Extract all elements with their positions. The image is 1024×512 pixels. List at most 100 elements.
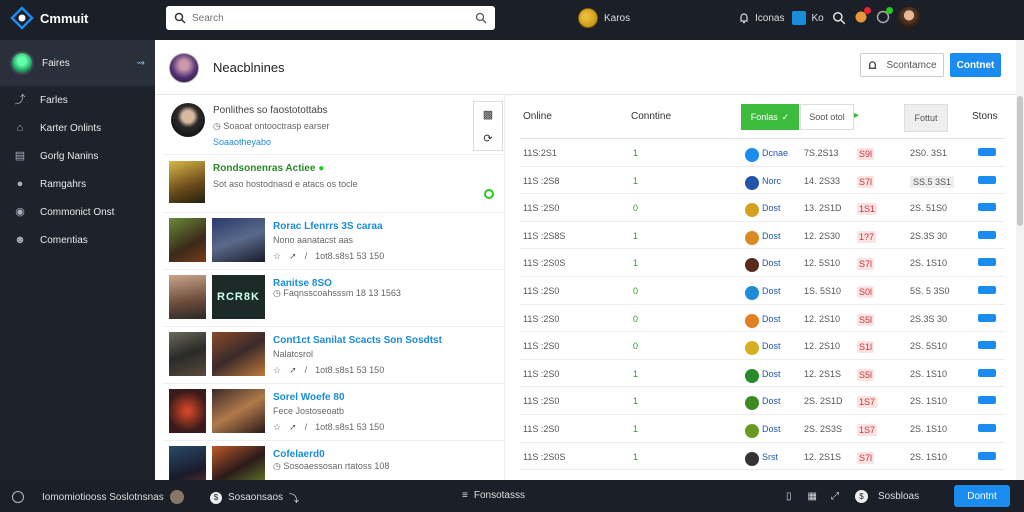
resize-icon[interactable]: ⤢	[831, 491, 839, 502]
apps-button[interactable]: Ko	[792, 11, 824, 25]
phone-icon[interactable]: ▯	[786, 491, 792, 502]
feed-post[interactable]: Ponlithes so faostotottabs ◷ Soaoat onto…	[163, 95, 504, 155]
row-action-pill[interactable]	[978, 423, 996, 432]
row-action-pill[interactable]	[978, 396, 996, 405]
cell-value-2: 2S0. 3S1	[910, 148, 948, 158]
media-stat-text: 1ot8.s8s1 53 150	[315, 422, 385, 432]
cell-game[interactable]: Srst	[762, 452, 778, 462]
messages-button[interactable]	[854, 6, 871, 27]
row-action-pill[interactable]	[978, 313, 996, 322]
table-row[interactable]: 11S :2S0 1 Dost 2S. 2S1D 1S7 2S. 1S10	[520, 387, 1005, 415]
share-arrow-icon[interactable]: ➚	[289, 422, 297, 433]
bottom-mid-group[interactable]: $ Sosaonsaos ⤵	[210, 490, 299, 505]
profile-avatar[interactable]	[897, 7, 920, 29]
row-action-pill[interactable]	[978, 341, 996, 350]
bottom-action-button[interactable]: Dontnt	[954, 485, 1010, 507]
media-post[interactable]: Cont1ct Sanilat Scacts Son Sosdtst Nalat…	[163, 327, 504, 384]
row-action-pill[interactable]	[978, 451, 996, 460]
star-icon[interactable]: ☆	[273, 251, 281, 262]
window-icon[interactable]: ▦	[808, 491, 817, 502]
media-post[interactable]: RCR8K Ranitse 8SO ◷ Faqnsscoahsssm 18 13…	[163, 270, 504, 327]
page-avatar[interactable]	[169, 53, 199, 83]
notifications-button[interactable]: Iconas	[738, 12, 784, 24]
cell-value-2: 2S.3S 30	[910, 313, 948, 324]
column-header-stons[interactable]: Stons	[972, 111, 998, 122]
cell-value-2: 2S. 5S10	[910, 341, 948, 352]
tab-filter[interactable]: Fottut	[904, 104, 948, 132]
primary-button[interactable]: Contnet	[950, 53, 1001, 77]
table-row[interactable]: 11S :2S0S 1 Dost 12. 5S10 S7l 2S. 1S10	[520, 249, 1005, 277]
cell-game[interactable]: Dost	[762, 203, 781, 213]
table-row[interactable]: 11S :2S0 0 Dost 13. 2S1D 1S1 2S. 51S0	[520, 194, 1005, 222]
status-button[interactable]	[876, 6, 893, 27]
search-input[interactable]	[192, 12, 469, 24]
coin-balance[interactable]: Karos	[578, 8, 630, 28]
app-logo[interactable]: Cmmuit	[10, 6, 88, 30]
row-action-pill[interactable]	[978, 368, 996, 377]
square-app-icon	[792, 11, 807, 25]
table-row[interactable]: 11S :2S0 0 Dost 1S. 5S10 S0l 5S. 5 3S0	[520, 277, 1005, 305]
bottom-center-group[interactable]: ≡ Fonsotasss	[462, 490, 525, 501]
chevron-icon[interactable]: ⇝	[137, 58, 145, 69]
media-post[interactable]: Cofelaerd0 ◷ Sosoaessosan rtatoss 108	[163, 441, 504, 480]
cell-game[interactable]: Dost	[762, 396, 781, 406]
sidebar-item-karter[interactable]: ⌂ Karter Onlints	[0, 114, 155, 142]
cell-game[interactable]: Dost	[762, 341, 781, 351]
outline-button[interactable]: Scontamce	[860, 53, 944, 77]
row-action-pill[interactable]	[978, 175, 996, 184]
table-row[interactable]: 11S :2S0 1 Dost 2S. 2S3S 1S7 2S. 1S10	[520, 415, 1005, 443]
find-icon[interactable]	[832, 11, 846, 25]
cell-game[interactable]: Dost	[762, 286, 781, 296]
scrollbar-thumb[interactable]	[1017, 96, 1023, 226]
media-post[interactable]: Sorel Woefe 80 Fece Jostoseoatb ☆ ➚ / 1ot8.…	[163, 384, 504, 441]
star-icon[interactable]: ☆	[273, 422, 281, 433]
cell-game[interactable]: Dost	[762, 314, 781, 324]
table-row[interactable]: 11S :2S0 0 Dost 12. 2S10 S1l 2S. 5S10	[520, 332, 1005, 360]
column-header-conntine[interactable]: Conntine	[631, 111, 671, 122]
cell-game[interactable]: Dost	[762, 231, 781, 241]
cell-game[interactable]: Dost	[762, 424, 781, 434]
cell-game[interactable]: Norc	[762, 176, 781, 186]
bottom-left-group[interactable]: Iomomiotiooss Soslotnsnas	[12, 490, 184, 504]
column-header-online[interactable]: Online	[523, 111, 552, 122]
cell-game[interactable]: Dost	[762, 258, 781, 268]
table-row[interactable]: 11S :2S0 1 Dost 12. 2S1S S5l 2S. 1S10	[520, 360, 1005, 388]
tab-active[interactable]: Fonlas ✓	[741, 104, 799, 130]
table-row[interactable]: 11S :2S8 1 Norc 14. 2S33 S7l SS.5 3S1	[520, 167, 1005, 195]
sidebar-user[interactable]: Faires ⇝	[0, 40, 155, 86]
dollar-round-icon[interactable]: $	[854, 490, 868, 503]
table-row[interactable]: 11S :2S0 0 Dost 12. 2S10 S5l 2S.3S 30	[520, 305, 1005, 333]
star-icon[interactable]: ☆	[273, 365, 281, 376]
logo-icon	[10, 6, 34, 30]
row-action-pill[interactable]	[978, 148, 996, 156]
post-link[interactable]: Soaaotheyabo	[213, 137, 271, 147]
sidebar-item-commonict[interactable]: ◉ Commonict Onst	[0, 198, 155, 226]
share-icon[interactable]: ⟳	[483, 132, 492, 145]
cell-game[interactable]: Dcnae	[762, 148, 788, 158]
row-action-pill[interactable]	[978, 203, 996, 212]
cell-time: 11S :2S0	[523, 313, 560, 324]
share-arrow-icon[interactable]: ➚	[289, 251, 297, 262]
cell-game[interactable]: Dost	[762, 369, 781, 379]
media-post[interactable]: Rorac Lfenrrs 3S caraa Nono aanatacst aa…	[163, 213, 504, 270]
table-row[interactable]: 11S :2S8S 1 Dost 12. 2S30 1?7 2S.3S 30	[520, 222, 1005, 250]
media-thumbnail	[169, 446, 206, 480]
share-arrow-icon[interactable]: ➚	[289, 365, 297, 376]
sidebar-item-ramgahrs[interactable]: ● Ramgahrs	[0, 170, 155, 198]
search-submit-icon[interactable]	[475, 12, 487, 24]
search-bar[interactable]	[166, 6, 495, 30]
image-icon[interactable]: ▩	[483, 108, 493, 121]
table-row[interactable]: 11S :2S0S 1 Srst 12. 2S1S S7l 2S. 1S10	[520, 443, 1005, 471]
sidebar-item-farles[interactable]: ⤴ Farles	[0, 86, 155, 114]
row-action-pill[interactable]	[978, 230, 996, 239]
cell-tag: S7l	[857, 175, 875, 188]
row-action-pill[interactable]	[978, 258, 996, 267]
caret-right-icon[interactable]: ▸	[854, 110, 859, 121]
sidebar-item-comentias[interactable]: ☻ Comentias	[0, 226, 155, 254]
featured-post[interactable]: Rondsonenras Actiee ● Sot aso hostodnasd…	[163, 155, 504, 213]
table-row[interactable]: 11S:2S1 1 Dcnae 7S.2S13 S9l 2S0. 3S1	[520, 139, 1005, 167]
row-action-pill[interactable]	[978, 285, 996, 294]
sidebar-item-gorlg[interactable]: ▤ Gorlg Nanins	[0, 142, 155, 170]
tab-secondary[interactable]: Soot otol	[800, 104, 854, 130]
game-icon	[745, 313, 759, 328]
